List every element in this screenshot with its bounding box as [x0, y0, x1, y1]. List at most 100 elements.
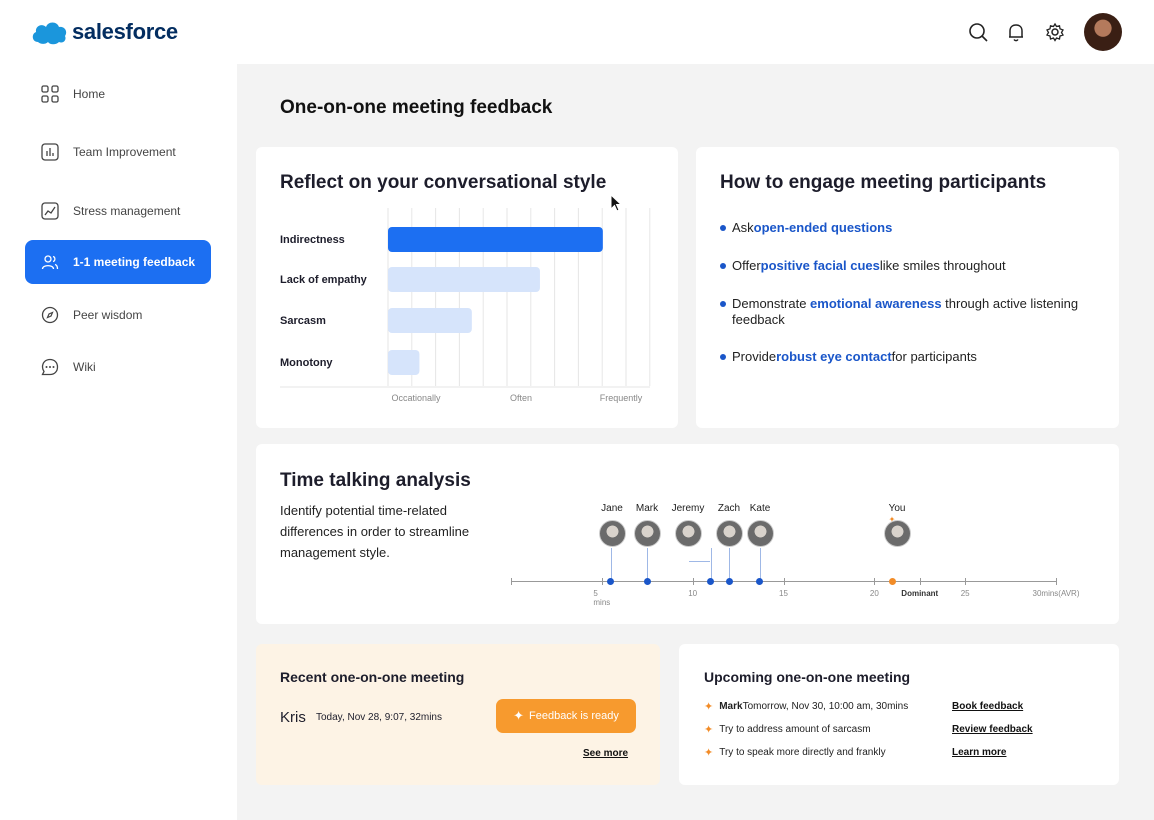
bar-label: Sarcasm: [280, 315, 326, 327]
axis-tick-label: 20: [869, 589, 879, 598]
tip-item: Offer positive facial cues like smiles t…: [720, 258, 1006, 274]
bell-icon[interactable]: [1006, 22, 1026, 42]
trend-icon: [41, 202, 59, 220]
axis-tick: [965, 578, 967, 585]
person-name: Jeremy: [671, 503, 705, 514]
connector-line: [647, 548, 649, 581]
data-point: [725, 577, 733, 585]
connector-line: [759, 548, 761, 581]
axis-tick: [874, 578, 876, 585]
feedback-ready-label: Feedback is ready: [529, 710, 619, 722]
upcoming-row: ✦ Try to speak more directly and frankly: [704, 747, 886, 759]
upcoming-row: ✦ Mark Tomorrow, Nov 30, 10:00 am, 30mins: [704, 701, 909, 713]
time-description: Identify potential time-related differen…: [280, 503, 470, 560]
x-tick-label: Often: [510, 393, 532, 403]
connector-line: [689, 561, 710, 562]
cloud-icon: [32, 22, 67, 45]
sidebar-item-label: Team Improvement: [73, 145, 176, 159]
axis-tick-label: 10: [688, 589, 698, 598]
conversational-style-chart: Indirectness Lack of empathy Sarcasm Monoto…: [280, 208, 651, 403]
sparkle-icon: ✦: [704, 724, 714, 736]
axis-tick-label: 25: [960, 589, 970, 598]
person-avatar: [746, 520, 774, 547]
person-name: Jane: [601, 503, 623, 514]
tip-highlight[interactable]: positive facial cues: [761, 258, 880, 274]
axis-tick-label: 30mins(AVR): [1032, 589, 1080, 598]
recent-person: Kris: [280, 709, 306, 726]
learn-more-link[interactable]: Learn more: [952, 747, 1006, 758]
bar-label: Monotony: [280, 357, 333, 369]
sidebar-item-1-1-meeting-feedback[interactable]: 1-1 meeting feedback: [25, 240, 211, 284]
axis-tick: [601, 578, 603, 585]
sidebar-item-wiki[interactable]: Wiki: [25, 345, 211, 389]
sidebar-item-peer-wisdom[interactable]: Peer wisdom: [25, 293, 211, 337]
person-avatar: [633, 520, 661, 547]
person-name: Kate: [749, 503, 771, 514]
tip-highlight[interactable]: open-ended questions: [754, 220, 893, 236]
bar: [388, 308, 472, 333]
axis-tick: [511, 578, 512, 585]
gear-icon[interactable]: [1045, 22, 1065, 42]
sparkle-icon: ✦: [704, 701, 714, 713]
recent-title: Recent one-on-one meeting: [280, 669, 465, 685]
time-title: Time talking analysis: [280, 470, 471, 491]
sparkle-icon: ✦: [888, 515, 896, 524]
recent-when: Today, Nov 28, 9:07, 32mins: [316, 712, 442, 723]
sidebar-item-team-improvement[interactable]: Team Improvement: [25, 130, 211, 174]
bar: [388, 227, 603, 252]
feedback-ready-button[interactable]: ✦ Feedback is ready: [496, 699, 636, 733]
review-feedback-link[interactable]: Review feedback: [952, 724, 1033, 735]
engage-title: How to engage meeting participants: [720, 172, 1047, 193]
axis-tick: [919, 578, 921, 585]
upcoming-title: Upcoming one-on-one meeting: [704, 669, 911, 685]
tip-item: Provide robust eye contact for participa…: [720, 349, 977, 365]
sidebar-item-label: 1-1 meeting feedback: [73, 255, 196, 269]
data-point: [889, 577, 896, 585]
see-more-link[interactable]: See more: [583, 748, 628, 759]
compass-icon: [41, 306, 59, 324]
chart-icon: [41, 143, 59, 161]
bar-label: Indirectness: [280, 234, 345, 246]
tip-highlight[interactable]: emotional awareness: [810, 296, 942, 311]
sidebar-item-label: Wiki: [73, 360, 96, 374]
sidebar-item-home[interactable]: Home: [25, 72, 211, 116]
person-avatar: [715, 520, 743, 547]
salesforce-logo[interactable]: salesforce: [30, 18, 178, 46]
axis-tick-label: 15: [779, 589, 788, 598]
sparkle-icon: ✦: [704, 747, 714, 759]
brand-name: salesforce: [72, 19, 178, 44]
axis-tick: [1056, 578, 1057, 585]
person-name: You ✦: [888, 503, 906, 524]
bar-label: Lack of empathy: [280, 274, 368, 286]
sidebar-item-label: Stress management: [73, 204, 181, 218]
sidebar-item-label: Home: [73, 87, 106, 101]
sidebar: [0, 64, 237, 820]
mouse-cursor-icon: [610, 194, 623, 212]
page-title: One-on-one meeting feedback: [280, 97, 553, 118]
person-name: Zach: [717, 503, 741, 514]
connector-line: [610, 548, 612, 581]
x-tick-label: Frequently: [600, 393, 643, 403]
axis-tick: [783, 578, 785, 585]
tip-highlight[interactable]: robust eye contact: [776, 349, 892, 365]
person-avatar: [598, 520, 626, 547]
connector-line: [710, 548, 712, 581]
user-avatar[interactable]: [1084, 13, 1122, 51]
connector-line: [729, 548, 730, 581]
sidebar-item-stress-management[interactable]: Stress management: [25, 189, 211, 233]
upcoming-meeting-card: [679, 644, 1119, 785]
grid-icon: [41, 85, 59, 103]
book-feedback-link[interactable]: Book feedback: [952, 701, 1023, 712]
axis-tick-label: 5 mins: [593, 589, 611, 607]
tip-item: Ask open-ended questions: [720, 220, 892, 236]
bar: [388, 350, 420, 375]
data-point: [643, 577, 651, 585]
search-icon[interactable]: [968, 22, 988, 42]
axis-tick-label: Dominant: [901, 589, 939, 598]
data-point: [707, 577, 715, 585]
top-bar: salesforce: [0, 0, 1154, 64]
axis-tick: [692, 578, 694, 585]
tip-item: Demonstrate emotional awareness through …: [720, 296, 1080, 328]
data-point: [607, 577, 615, 585]
x-tick-label: Occationally: [391, 393, 441, 403]
